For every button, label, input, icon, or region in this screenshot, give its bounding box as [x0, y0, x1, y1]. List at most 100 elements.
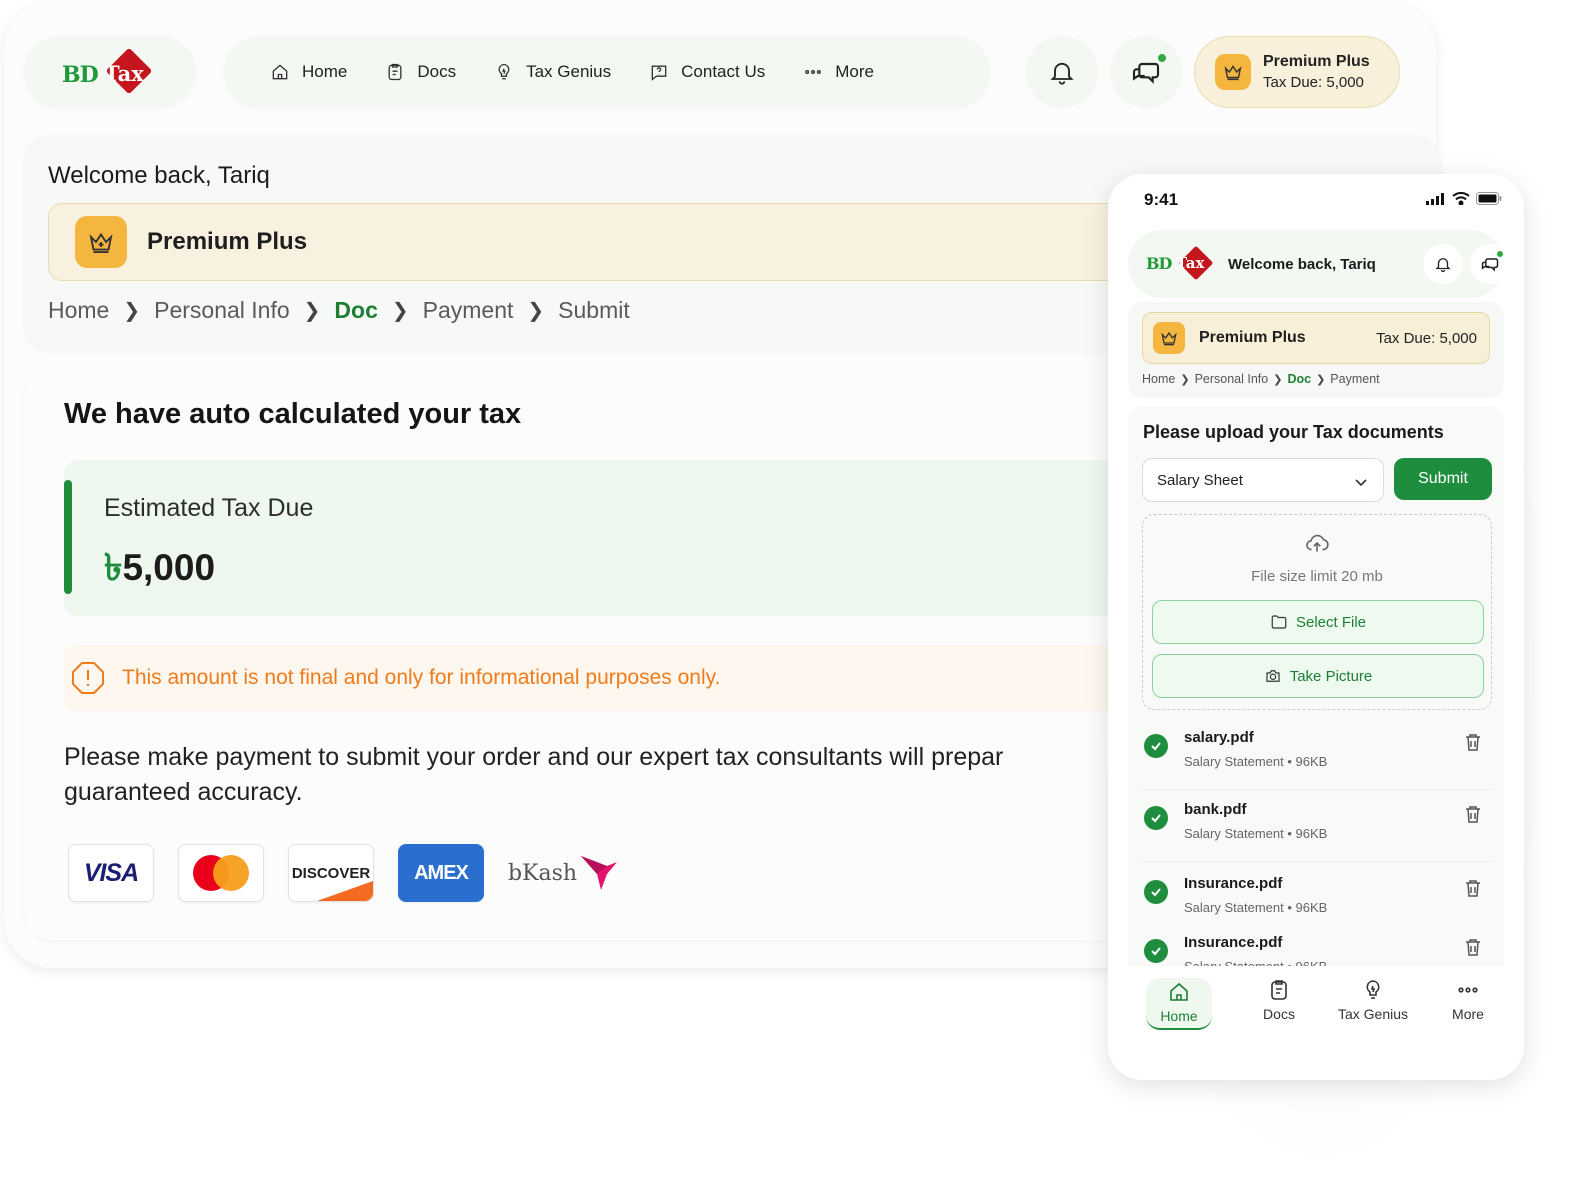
estimate-value: ৳5,000	[104, 538, 215, 601]
file-name: Insurance.pdf	[1184, 934, 1283, 951]
tab-home[interactable]: Home	[1146, 978, 1212, 1030]
wifi-icon	[1452, 192, 1470, 205]
phone-premium-banner[interactable]: Premium Plus Tax Due: 5,000	[1142, 312, 1490, 364]
logo-container[interactable]: BD Tax	[24, 36, 196, 108]
warning-box: This amount is not final and only for in…	[64, 645, 1164, 711]
phone-welcome: Welcome back, Tariq	[1228, 255, 1376, 273]
tab-docs-label: Docs	[1263, 1006, 1295, 1022]
notifications-button[interactable]	[1026, 36, 1098, 108]
crumb-personal-info[interactable]: Personal Info	[1195, 372, 1269, 386]
discover-card[interactable]: DISCOVER	[288, 844, 374, 902]
estimate-accent-bar	[64, 480, 72, 594]
trash-icon[interactable]	[1464, 804, 1482, 824]
logo-bd: BD	[1146, 254, 1172, 273]
doc-type-value: Salary Sheet	[1157, 471, 1243, 489]
select-file-label: Select File	[1295, 613, 1367, 631]
camera-icon	[1266, 670, 1280, 682]
tab-more[interactable]: More	[1428, 978, 1508, 1022]
premium-title: Premium Plus	[1263, 53, 1370, 70]
phone-header: BD Tax Welcome back, Tariq	[1128, 230, 1510, 298]
nav-contact-label: Contact Us	[681, 62, 766, 81]
crumb-payment[interactable]: Payment	[423, 297, 514, 324]
nav-tax-genius[interactable]: Tax Genius	[494, 62, 611, 82]
crumb-submit[interactable]: Submit	[558, 297, 630, 324]
crumb-home[interactable]: Home	[48, 297, 109, 324]
status-time: 9:41	[1144, 190, 1179, 209]
crown-icon	[1161, 331, 1177, 346]
nav-more-label: More	[835, 62, 874, 81]
nav-home[interactable]: Home	[270, 62, 347, 82]
cloud-upload-icon	[1306, 534, 1329, 552]
phone-notifications-button[interactable]	[1423, 244, 1463, 284]
mastercard-card[interactable]	[178, 844, 264, 902]
main-nav: Home Docs Tax Genius Contact Us More	[224, 36, 990, 108]
chat-question-icon	[651, 65, 667, 81]
docs-icon	[388, 63, 402, 81]
phone-breadcrumb: Home ❯ Personal Info ❯ Doc ❯ Payment	[1142, 372, 1380, 386]
nav-docs[interactable]: Docs	[385, 62, 456, 82]
trash-icon[interactable]	[1464, 878, 1482, 898]
crumb-payment[interactable]: Payment	[1330, 372, 1379, 386]
amex-card[interactable]: AMEX	[398, 844, 484, 902]
bkash-option[interactable]: bKash	[508, 852, 619, 894]
trash-icon[interactable]	[1464, 937, 1482, 957]
payment-methods: VISA DISCOVER AMEX bKash	[68, 844, 619, 902]
trash-icon[interactable]	[1464, 732, 1482, 752]
mastercard-logo	[193, 855, 249, 891]
nav-home-label: Home	[302, 62, 348, 81]
more-icon	[805, 69, 822, 74]
nav-contact[interactable]: Contact Us	[649, 62, 765, 82]
file-meta: Salary Statement • 96KB	[1184, 754, 1328, 769]
premium-banner: Premium Plus	[48, 203, 1168, 281]
chevron-right-icon: ❯	[391, 300, 409, 322]
online-dot	[1156, 52, 1168, 64]
breadcrumb: Home ❯ Personal Info ❯ Doc ❯ Payment ❯ S…	[48, 297, 630, 324]
phone-messages-button[interactable]	[1470, 244, 1510, 284]
crumb-personal-info[interactable]: Personal Info	[154, 297, 290, 324]
crown-badge-large	[75, 216, 127, 268]
status-icons	[1426, 192, 1502, 205]
mobile-app: 9:41 BD Tax Welcome back, Tariq Premium …	[1108, 174, 1524, 1080]
visa-card[interactable]: VISA	[68, 844, 154, 902]
chevron-right-icon: ❯	[527, 300, 545, 322]
online-dot	[1496, 250, 1504, 258]
chevron-right-icon: ❯	[1316, 373, 1326, 386]
taka-symbol: ৳	[104, 547, 123, 588]
take-picture-button[interactable]: Take Picture	[1152, 654, 1484, 698]
nav-docs-label: Docs	[417, 62, 457, 81]
amex-logo: AMEX	[414, 861, 469, 884]
check-icon	[1144, 734, 1168, 758]
home-icon	[272, 64, 288, 80]
select-file-button[interactable]: Select File	[1152, 600, 1484, 644]
messages-button[interactable]	[1110, 36, 1182, 108]
signal-icon	[1426, 192, 1444, 205]
bdtax-logo[interactable]: BD Tax	[1146, 244, 1216, 284]
tab-tax-genius-label: Tax Genius	[1337, 1006, 1409, 1022]
welcome-heading: Welcome back, Tariq	[48, 162, 270, 189]
bell-icon	[1050, 62, 1074, 85]
discover-text: DISCOVER	[291, 864, 371, 882]
divider	[1142, 789, 1492, 790]
warning-text: This amount is not final and only for in…	[122, 666, 721, 689]
payment-instructions: Please make payment to submit your order…	[64, 740, 1084, 810]
logo-bd: BD	[62, 62, 99, 88]
premium-due: Tax Due: 5,000	[1263, 74, 1364, 91]
doc-type-select[interactable]: Salary Sheet	[1142, 458, 1384, 502]
tab-docs[interactable]: Docs	[1239, 978, 1319, 1022]
crown-badge	[1153, 322, 1185, 354]
warning-icon	[72, 662, 104, 694]
payment-text-line-1: Please make payment to submit your order…	[64, 743, 1004, 771]
file-name: salary.pdf	[1184, 729, 1254, 746]
chevron-right-icon: ❯	[123, 300, 141, 322]
file-name: bank.pdf	[1184, 801, 1247, 818]
chevron-right-icon: ❯	[1180, 373, 1190, 386]
crumb-home[interactable]: Home	[1142, 372, 1175, 386]
tab-tax-genius[interactable]: Tax Genius	[1333, 978, 1413, 1022]
nav-more[interactable]: More	[803, 62, 874, 82]
submit-button[interactable]: Submit	[1394, 458, 1492, 500]
premium-status[interactable]: Premium Plus Tax Due: 5,000	[1194, 36, 1400, 108]
file-limit-text: File size limit 20 mb	[1251, 568, 1383, 585]
crumb-doc[interactable]: Doc	[334, 297, 377, 324]
crumb-doc[interactable]: Doc	[1287, 372, 1311, 386]
calc-title: We have auto calculated your tax	[64, 398, 522, 430]
